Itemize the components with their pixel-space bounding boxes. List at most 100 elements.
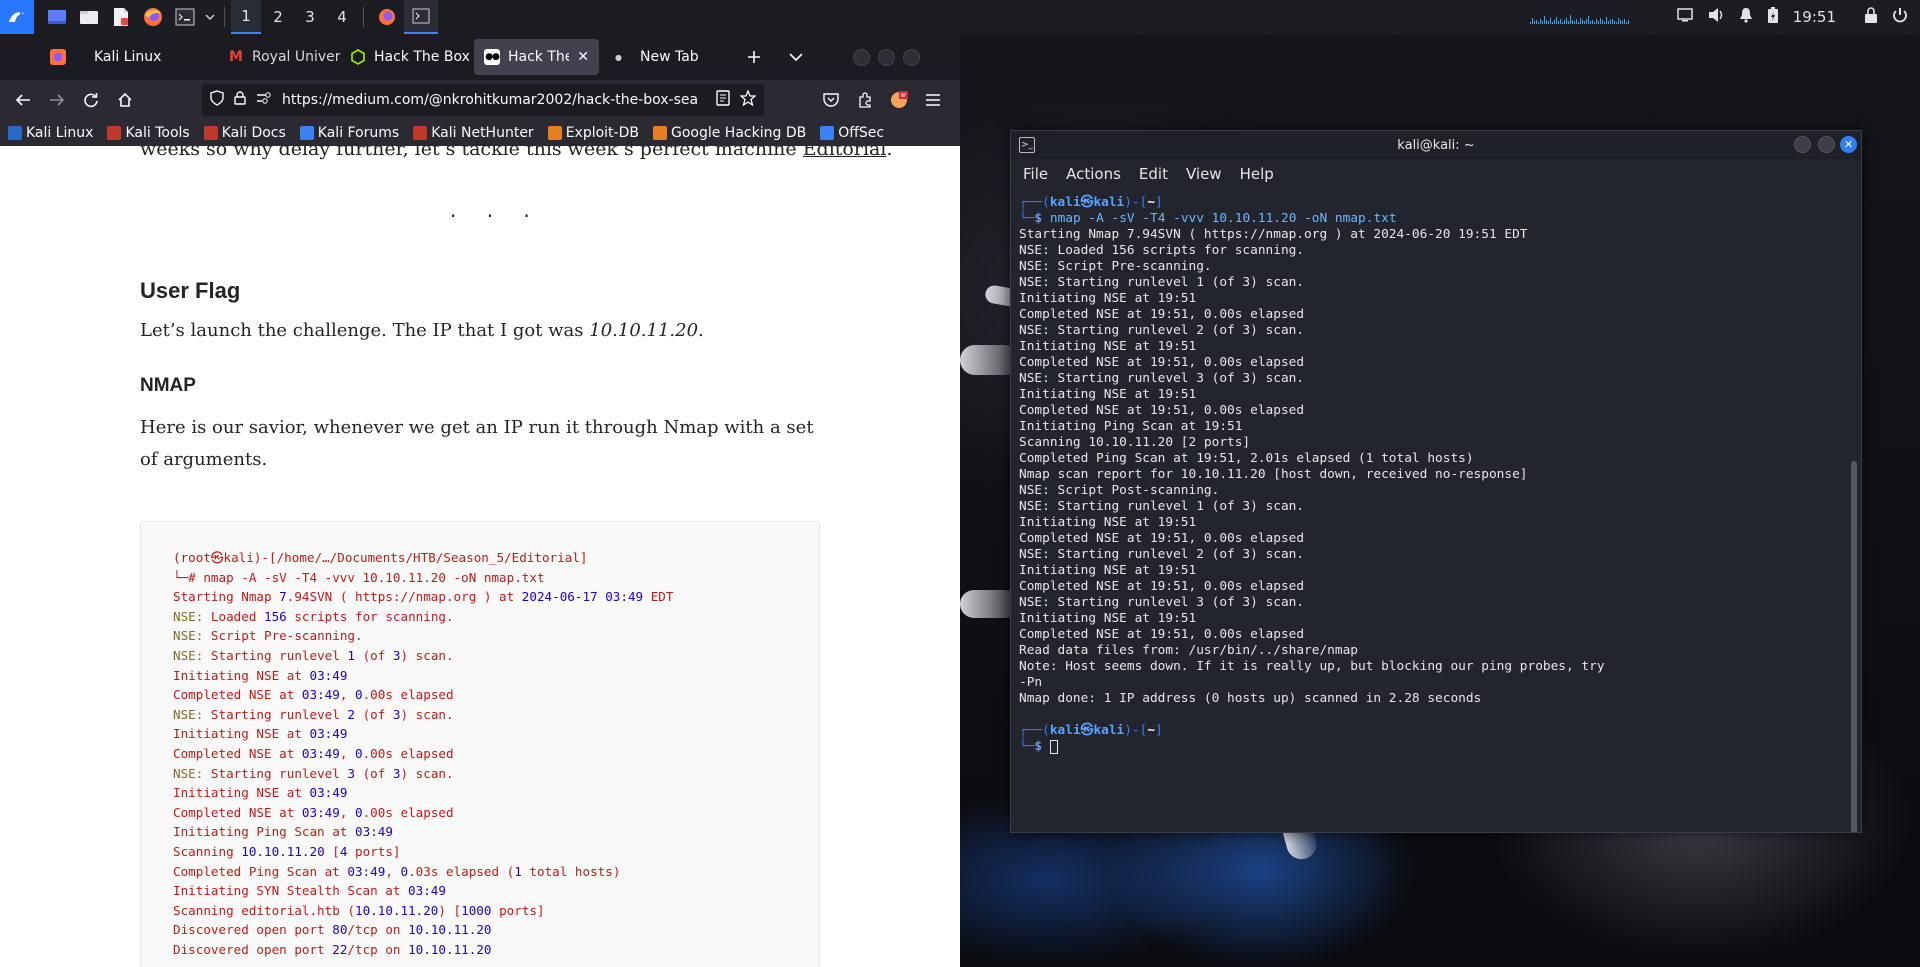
- terminal-titlebar[interactable]: >_ kali@kali: ~ ✕: [1011, 131, 1861, 159]
- screen-icon[interactable]: [1677, 8, 1693, 26]
- new-tab-plus-icon[interactable]: [737, 41, 771, 73]
- output-line: Initiating NSE at 19:51: [1019, 515, 1197, 530]
- bookmark-label: Kali NetHunter: [431, 125, 534, 141]
- bookmark-label: Kali Tools: [125, 125, 190, 141]
- output-line: Completed NSE at 19:51, 0.00s elapsed: [1019, 403, 1305, 418]
- clock[interactable]: 19:51: [1793, 8, 1836, 26]
- code-block[interactable]: (root㉿kali)-[/home/…/Documents/HTB/Seaso…: [140, 521, 820, 967]
- lock-icon[interactable]: [234, 91, 246, 109]
- terminal-launcher-icon[interactable]: [170, 2, 200, 32]
- launch-suffix: .: [698, 320, 704, 341]
- code-line: (root㉿kali)-[/home/…/Documents/HTB/Seaso…: [173, 550, 588, 565]
- code-line: NSE: Loaded 156 scripts for scanning.: [173, 608, 454, 624]
- code-line: NSE: Starting runlevel 2 (of 3) scan.: [173, 706, 454, 722]
- maximize-button[interactable]: [878, 48, 895, 66]
- taskbar-terminal-icon[interactable]: [404, 0, 438, 34]
- window-controls: [853, 48, 920, 66]
- bookmark-star-icon[interactable]: [739, 89, 757, 110]
- bookmark-favicon-icon: [203, 126, 218, 140]
- launcher-dropdown-icon[interactable]: [202, 2, 218, 32]
- code-line: Completed NSE at 03:49, 0.00s elapsed: [173, 745, 454, 761]
- forward-arrow-icon[interactable]: [40, 84, 74, 116]
- terminal-body[interactable]: ┌──(kali㉿kali)-[~] └─$ nmap -A -sV -T4 -v…: [1011, 189, 1849, 832]
- output-line: Note: Host seems down. If it is really u…: [1019, 659, 1605, 674]
- tab-kali-linux[interactable]: Kali Linux: [40, 39, 170, 75]
- bookmark-item[interactable]: Exploit-DB: [547, 125, 639, 141]
- code-line: Initiating NSE at 03:49: [173, 667, 348, 683]
- bookmark-favicon-icon: [652, 126, 667, 140]
- output-line: Initiating Ping Scan at 19:51: [1019, 419, 1243, 434]
- terminal-scrollbar[interactable]: [1851, 461, 1857, 832]
- lock-icon[interactable]: [1864, 7, 1878, 27]
- power-icon[interactable]: [1892, 7, 1908, 27]
- tab-new-tab[interactable]: ● New Tab: [605, 39, 725, 75]
- tab-hack-the-box-medium[interactable]: ●● Hack The Bo ✕: [474, 39, 599, 75]
- tab-royal-university[interactable]: M Royal Universi: [218, 39, 340, 75]
- bookmark-item[interactable]: Kali Forums: [299, 125, 399, 141]
- bookmark-favicon-icon: [820, 126, 835, 140]
- profile-avatar-icon[interactable]: [882, 84, 916, 116]
- output-line: NSE: Starting runlevel 1 (of 3) scan.: [1019, 499, 1305, 514]
- savior-paragraph: Here is our savior, whenever we get an I…: [140, 417, 814, 470]
- bookmark-label: Kali Linux: [26, 125, 94, 141]
- workspace-1[interactable]: 1: [231, 0, 261, 34]
- bookmark-item[interactable]: Google Hacking DB: [652, 125, 807, 141]
- menu-view[interactable]: View: [1186, 165, 1222, 183]
- workspace-4[interactable]: 4: [327, 0, 357, 34]
- output-line: NSE: Starting runlevel 1 (of 3) scan.: [1019, 275, 1305, 290]
- bookmark-item[interactable]: OffSec: [820, 125, 884, 141]
- menu-help[interactable]: Help: [1240, 165, 1274, 183]
- show-desktop-icon[interactable]: [42, 2, 72, 32]
- minimize-button[interactable]: [853, 48, 870, 66]
- url-text[interactable]: https://medium.com/@nkrohitkumar2002/hac…: [282, 92, 706, 108]
- code-line: Initiating SYN Stealth Scan at 03:49: [173, 883, 446, 899]
- tab-label: Hack The Box: [374, 49, 470, 65]
- taskbar-firefox-icon[interactable]: [372, 2, 402, 32]
- bookmark-item[interactable]: Kali Docs: [203, 125, 286, 141]
- medium-icon: ●●: [484, 49, 500, 65]
- firefox-launcher-icon[interactable]: [138, 2, 168, 32]
- close-window-button[interactable]: [903, 48, 920, 66]
- close-window-button[interactable]: ✕: [1840, 136, 1857, 153]
- menu-file[interactable]: File: [1023, 165, 1048, 183]
- notification-bell-icon[interactable]: [1739, 7, 1753, 27]
- editorial-link[interactable]: Editorial: [803, 146, 887, 160]
- tab-hack-the-box[interactable]: Hack The Box: [340, 39, 470, 75]
- bookmark-label: Google Hacking DB: [670, 125, 807, 141]
- minimize-button[interactable]: [1794, 136, 1811, 153]
- bookmark-item[interactable]: Kali Linux: [8, 125, 93, 141]
- output-line: Initiating NSE at 19:51: [1019, 563, 1197, 578]
- close-tab-icon[interactable]: ✕: [577, 49, 589, 65]
- maximize-button[interactable]: [1818, 136, 1835, 153]
- file-manager-icon[interactable]: [74, 2, 104, 32]
- volume-icon[interactable]: [1707, 7, 1725, 27]
- code-line: Discovered open port 22/tcp on 10.10.11.…: [173, 941, 492, 957]
- menu-actions[interactable]: Actions: [1066, 165, 1121, 183]
- app-menu-icon[interactable]: [916, 84, 950, 116]
- menu-edit[interactable]: Edit: [1139, 165, 1168, 183]
- back-arrow-icon[interactable]: [6, 84, 40, 116]
- shield-icon[interactable]: [210, 90, 224, 110]
- permissions-icon[interactable]: [256, 91, 272, 109]
- workspace-3[interactable]: 3: [295, 0, 325, 34]
- kali-menu-icon[interactable]: [0, 0, 34, 34]
- bookmark-favicon-icon: [413, 126, 428, 140]
- extensions-icon[interactable]: [848, 84, 882, 116]
- bookmark-item[interactable]: Kali NetHunter: [413, 125, 534, 141]
- workspace-2[interactable]: 2: [263, 0, 293, 34]
- text-editor-icon[interactable]: [106, 2, 136, 32]
- output-line: Initiating NSE at 19:51: [1019, 611, 1197, 626]
- code-line: Initiating Ping Scan at 03:49: [173, 824, 393, 840]
- reload-icon[interactable]: [74, 84, 108, 116]
- code-line: Scanning editorial.htb (10.10.11.20) [10…: [173, 902, 545, 918]
- url-bar[interactable]: https://medium.com/@nkrohitkumar2002/hac…: [202, 84, 764, 116]
- battery-icon[interactable]: [1767, 6, 1779, 28]
- list-all-tabs-icon[interactable]: [779, 41, 813, 73]
- pocket-icon[interactable]: [814, 84, 848, 116]
- reader-view-icon[interactable]: [716, 90, 730, 110]
- bookmark-item[interactable]: Kali Tools: [107, 125, 190, 141]
- output-line: Completed Ping Scan at 19:51, 2.01s elap…: [1019, 451, 1474, 466]
- terminal-title: kali@kali: ~: [1397, 137, 1475, 153]
- home-icon[interactable]: [108, 84, 142, 116]
- output-line: Initiating NSE at 19:51: [1019, 291, 1197, 306]
